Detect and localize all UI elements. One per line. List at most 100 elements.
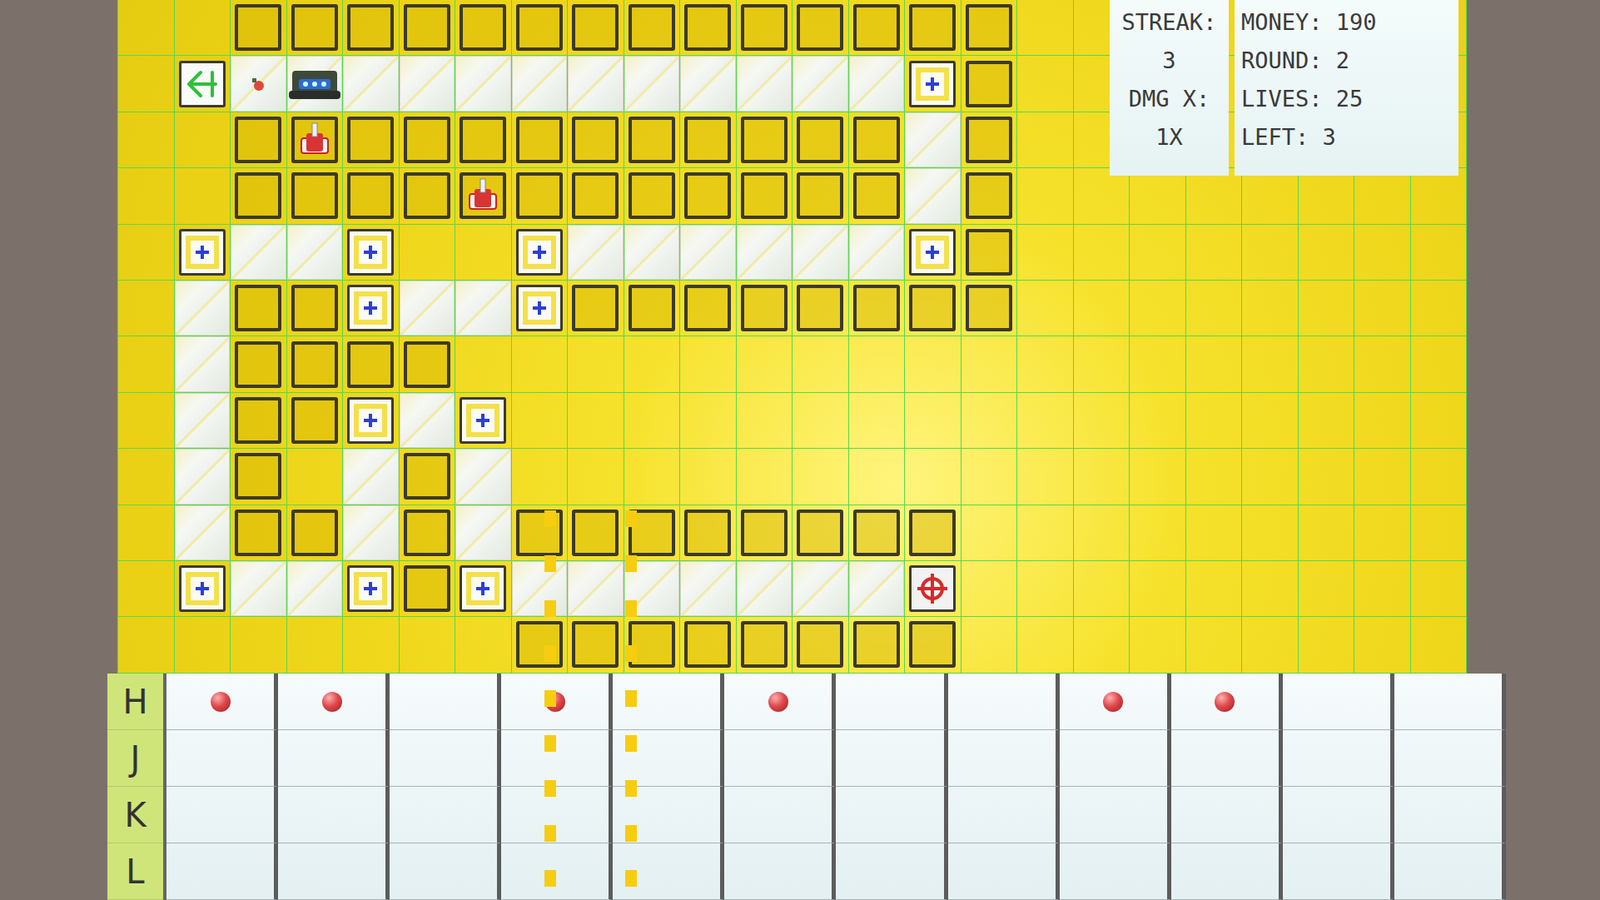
board-cell[interactable] — [1411, 616, 1468, 673]
board-cell[interactable] — [736, 280, 794, 337]
board-cell[interactable] — [1298, 168, 1356, 224]
step-cell[interactable] — [389, 673, 502, 731]
board-cell[interactable] — [230, 448, 288, 505]
board-cell[interactable] — [1017, 336, 1074, 393]
board-cell[interactable] — [1017, 280, 1074, 337]
wall-tile[interactable] — [853, 621, 900, 668]
board-cell[interactable] — [624, 392, 681, 449]
board-cell[interactable] — [174, 0, 232, 56]
board-cell[interactable] — [174, 561, 232, 617]
board-cell[interactable] — [1129, 392, 1187, 449]
board-cell[interactable] — [1017, 224, 1074, 281]
wall-tile[interactable] — [684, 621, 731, 668]
board-cell[interactable] — [342, 112, 400, 169]
board-cell[interactable] — [680, 392, 737, 449]
step-cell[interactable] — [389, 843, 502, 900]
board-cell[interactable] — [904, 561, 962, 617]
board-cell[interactable] — [1186, 280, 1243, 337]
wall-tile[interactable] — [234, 172, 282, 219]
board-cell[interactable] — [1017, 55, 1074, 112]
board-cell[interactable] — [399, 112, 457, 169]
board-cell[interactable] — [567, 448, 625, 505]
board-cell[interactable] — [567, 280, 625, 337]
board-cell[interactable] — [230, 336, 288, 393]
board-cell[interactable] — [118, 616, 175, 673]
board-cell[interactable] — [342, 168, 400, 224]
board-cell[interactable] — [1073, 505, 1131, 562]
wall-tile[interactable] — [571, 116, 619, 164]
step-cell[interactable] — [724, 786, 836, 844]
board-cell[interactable] — [230, 280, 288, 337]
wall-tile[interactable] — [403, 172, 451, 219]
board-cell[interactable] — [904, 392, 962, 449]
board-cell[interactable] — [1073, 280, 1131, 337]
board-cell[interactable] — [961, 0, 1019, 56]
board-cell[interactable] — [849, 616, 906, 673]
board-cell[interactable] — [1129, 616, 1187, 673]
board-cell[interactable] — [1017, 448, 1074, 505]
board-cell[interactable] — [511, 336, 569, 393]
board-cell[interactable] — [1354, 168, 1412, 224]
board-cell[interactable] — [567, 168, 625, 224]
board-cell[interactable] — [680, 0, 737, 56]
board-cell[interactable] — [1354, 505, 1412, 562]
wall-tile[interactable] — [740, 621, 788, 668]
board-cell[interactable] — [1242, 336, 1299, 393]
board-cell[interactable] — [567, 224, 625, 281]
board-cell[interactable] — [1298, 448, 1356, 505]
board-cell[interactable] — [792, 505, 850, 562]
board-cell[interactable] — [287, 448, 344, 505]
board-cell[interactable] — [511, 616, 569, 673]
board-cell[interactable] — [287, 616, 344, 673]
board-cell[interactable] — [1242, 280, 1299, 337]
step-cell[interactable] — [612, 730, 725, 787]
board-cell[interactable] — [342, 0, 400, 56]
board-cell[interactable] — [680, 505, 737, 562]
board-cell[interactable] — [342, 505, 400, 562]
board-cell[interactable] — [1129, 561, 1187, 617]
wall-tile[interactable] — [684, 284, 731, 332]
board-cell[interactable] — [1354, 561, 1412, 617]
board-cell[interactable] — [342, 392, 400, 449]
board-cell[interactable] — [961, 280, 1019, 337]
board-cell[interactable] — [849, 448, 906, 505]
step-cell[interactable] — [1394, 843, 1506, 900]
step-cell[interactable] — [1282, 730, 1395, 787]
wall-tile[interactable] — [403, 509, 451, 557]
board-cell[interactable] — [904, 448, 962, 505]
board-cell[interactable] — [399, 280, 457, 337]
board-cell[interactable] — [342, 280, 400, 337]
board-cell[interactable] — [287, 280, 344, 337]
wall-tile[interactable] — [459, 116, 507, 164]
wall-tile[interactable] — [347, 4, 394, 51]
board-cell[interactable] — [399, 55, 457, 112]
step-cell[interactable] — [835, 730, 948, 787]
board-cell[interactable] — [287, 0, 344, 56]
wall-tile[interactable] — [740, 509, 788, 557]
wall-tile[interactable] — [291, 341, 338, 388]
board-cell[interactable] — [849, 280, 906, 337]
board-cell[interactable] — [511, 224, 569, 281]
board-cell[interactable] — [624, 616, 681, 673]
wall-tile[interactable] — [234, 509, 282, 557]
board-cell[interactable] — [399, 224, 457, 281]
wall-tile[interactable] — [965, 228, 1013, 276]
board-cell[interactable] — [174, 280, 232, 337]
board-cell[interactable] — [1242, 561, 1299, 617]
wall-tile[interactable] — [291, 172, 338, 219]
board-cell[interactable] — [961, 336, 1019, 393]
wall-tile[interactable] — [571, 172, 619, 219]
board-cell[interactable] — [849, 392, 906, 449]
board-cell[interactable] — [961, 168, 1019, 224]
board-cell[interactable] — [1298, 616, 1356, 673]
step-cell[interactable] — [948, 786, 1060, 844]
board-cell[interactable] — [1354, 616, 1412, 673]
wall-tile[interactable] — [965, 4, 1013, 51]
board-cell[interactable] — [230, 392, 288, 449]
board-cell[interactable] — [961, 392, 1019, 449]
board-cell[interactable] — [1129, 336, 1187, 393]
step-cell[interactable] — [1059, 786, 1172, 844]
board-cell[interactable] — [1242, 224, 1299, 281]
board-cell[interactable] — [1073, 616, 1131, 673]
board-cell[interactable] — [1073, 168, 1131, 224]
